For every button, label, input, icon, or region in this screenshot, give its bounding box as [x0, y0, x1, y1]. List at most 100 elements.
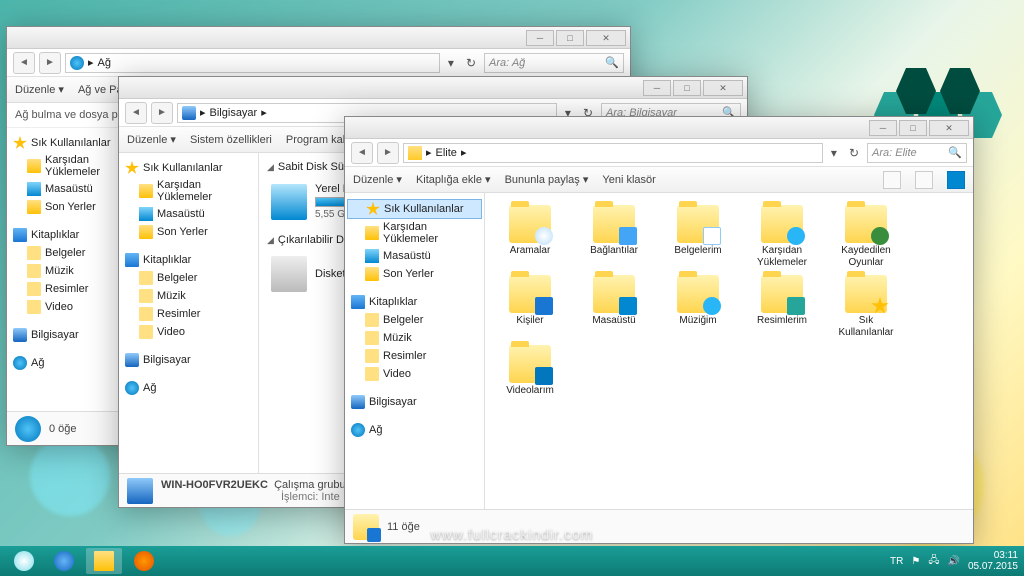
- folder-icon: [509, 205, 551, 243]
- taskbar-ie[interactable]: [46, 548, 82, 574]
- search-placeholder: Ara: Elite: [872, 147, 917, 159]
- tray-volume-icon[interactable]: 🔊: [947, 556, 959, 567]
- pic-icon: [365, 349, 379, 363]
- help-icon[interactable]: [947, 171, 965, 189]
- tree-item[interactable]: Resimler: [119, 305, 258, 323]
- dropdown-icon[interactable]: ▾: [444, 56, 458, 70]
- nav-back-button[interactable]: ◄: [13, 52, 35, 74]
- window-body: Sık KullanılanlarKarşıdan YüklemelerMasa…: [345, 193, 973, 519]
- tree-item[interactable]: Masaüstü: [345, 247, 484, 265]
- search-input[interactable]: Ara: Ağ 🔍: [484, 53, 624, 73]
- taskbar[interactable]: TR ⚑ 🖧 🔊 03:11 05.07.2015: [0, 546, 1024, 576]
- breadcrumb[interactable]: ▸Ağ: [65, 53, 440, 73]
- system-tray[interactable]: TR ⚑ 🖧 🔊 03:11 05.07.2015: [890, 550, 1018, 572]
- dropdown-icon[interactable]: ▾: [827, 146, 841, 160]
- toolbar-new-folder[interactable]: Yeni klasör: [602, 174, 655, 186]
- maximize-button[interactable]: □: [673, 80, 701, 96]
- nav-back-button[interactable]: ◄: [351, 142, 373, 164]
- desk-icon: [365, 249, 379, 263]
- folder-item[interactable]: Karşıdan Yüklemeler: [749, 205, 815, 269]
- tree-item[interactable]: Masaüstü: [119, 205, 258, 223]
- folder-label: Kişiler: [516, 315, 543, 327]
- titlebar[interactable]: ─ □ ✕: [7, 27, 630, 49]
- folder-item[interactable]: Müziğim: [665, 275, 731, 339]
- tree-computer[interactable]: Bilgisayar: [345, 393, 484, 411]
- tree-favorites[interactable]: Sık Kullanılanlar: [119, 159, 258, 177]
- nav-back-button[interactable]: ◄: [125, 102, 147, 124]
- minimize-button[interactable]: ─: [869, 120, 897, 136]
- toolbar-organize[interactable]: Düzenle ▾: [15, 83, 64, 96]
- taskbar-media[interactable]: [126, 548, 162, 574]
- start-button[interactable]: [6, 548, 42, 574]
- tray-network-icon[interactable]: 🖧: [928, 553, 939, 570]
- tree-item[interactable]: Karşıdan Yüklemeler: [119, 177, 258, 205]
- tree-libraries[interactable]: Kitaplıklar: [119, 251, 258, 269]
- computer-icon: [182, 106, 196, 120]
- taskbar-explorer[interactable]: [86, 548, 122, 574]
- folder-label: Müziğim: [679, 315, 716, 327]
- status-text: 0 öğe: [49, 423, 77, 435]
- toolbar-organize[interactable]: Düzenle ▾: [353, 173, 402, 186]
- search-input[interactable]: Ara: Elite 🔍: [867, 143, 967, 163]
- desk-icon: [139, 207, 153, 221]
- tree-libraries[interactable]: Kitaplıklar: [345, 293, 484, 311]
- tree-item[interactable]: Resimler: [345, 347, 484, 365]
- tree-item[interactable]: Müzik: [119, 287, 258, 305]
- toolbar-system-props[interactable]: Sistem özellikleri: [190, 134, 272, 146]
- tree-item[interactable]: Karşıdan Yüklemeler: [345, 219, 484, 247]
- network-icon: [15, 416, 41, 442]
- computer-icon: [127, 478, 153, 504]
- folder-item[interactable]: Videolarım: [497, 345, 563, 397]
- toolbar-share[interactable]: Bununla paylaş ▾: [505, 173, 589, 186]
- tree-network[interactable]: Ağ: [119, 379, 258, 397]
- music-icon: [27, 264, 41, 278]
- tray-action-center-icon[interactable]: ⚑: [911, 556, 920, 567]
- link-overlay-icon: [619, 227, 637, 245]
- tree-network[interactable]: Ağ: [345, 421, 484, 439]
- nav-forward-button[interactable]: ►: [39, 52, 61, 74]
- tree-item[interactable]: Son Yerler: [119, 223, 258, 241]
- folder-item[interactable]: Masaüstü: [581, 275, 647, 339]
- tree-computer[interactable]: Bilgisayar: [119, 351, 258, 369]
- minimize-button[interactable]: ─: [643, 80, 671, 96]
- refresh-icon[interactable]: ↻: [845, 146, 863, 160]
- titlebar[interactable]: ─ □ ✕: [119, 77, 747, 99]
- toolbar: Düzenle ▾ Kitaplığa ekle ▾ Bununla payla…: [345, 167, 973, 193]
- folder-item[interactable]: Kaydedilen Oyunlar: [833, 205, 899, 269]
- content-pane[interactable]: Aramalar Bağlantılar Belgelerim Karşıdan…: [485, 193, 973, 519]
- tray-language[interactable]: TR: [890, 556, 903, 567]
- toolbar-add-library[interactable]: Kitaplığa ekle ▾: [416, 173, 491, 186]
- folder-item[interactable]: Bağlantılar: [581, 205, 647, 269]
- pic-overlay-icon: [787, 297, 805, 315]
- folder-item[interactable]: Belgelerim: [665, 205, 731, 269]
- folder-item[interactable]: Sık Kullanılanlar: [833, 275, 899, 339]
- tree-item[interactable]: Belgeler: [345, 311, 484, 329]
- close-button[interactable]: ✕: [929, 120, 969, 136]
- nav-forward-button[interactable]: ►: [377, 142, 399, 164]
- tree-item[interactable]: Son Yerler: [345, 265, 484, 283]
- tree-item[interactable]: Video: [119, 323, 258, 341]
- preview-pane-icon[interactable]: [915, 171, 933, 189]
- close-button[interactable]: ✕: [586, 30, 626, 46]
- refresh-icon[interactable]: ↻: [462, 56, 480, 70]
- folder-item[interactable]: Kişiler: [497, 275, 563, 339]
- close-button[interactable]: ✕: [703, 80, 743, 96]
- tree-item[interactable]: Belgeler: [119, 269, 258, 287]
- view-options-icon[interactable]: [883, 171, 901, 189]
- folder-item[interactable]: Resimlerim: [749, 275, 815, 339]
- nav-forward-button[interactable]: ►: [151, 102, 173, 124]
- tree-item[interactable]: Müzik: [345, 329, 484, 347]
- tree-favorites[interactable]: Sık Kullanılanlar: [347, 199, 482, 219]
- folder-item[interactable]: Aramalar: [497, 205, 563, 269]
- maximize-button[interactable]: □: [899, 120, 927, 136]
- user-overlay-icon: [535, 297, 553, 315]
- maximize-button[interactable]: □: [556, 30, 584, 46]
- tree-item[interactable]: Video: [345, 365, 484, 383]
- tray-clock[interactable]: 03:11 05.07.2015: [968, 550, 1018, 572]
- doc-icon: [365, 313, 379, 327]
- status-hostname: WIN-HO0FVR2UEKC: [161, 479, 268, 491]
- titlebar[interactable]: ─ □ ✕: [345, 117, 973, 139]
- toolbar-organize[interactable]: Düzenle ▾: [127, 133, 176, 146]
- minimize-button[interactable]: ─: [526, 30, 554, 46]
- breadcrumb[interactable]: ▸Elite▸: [403, 143, 823, 163]
